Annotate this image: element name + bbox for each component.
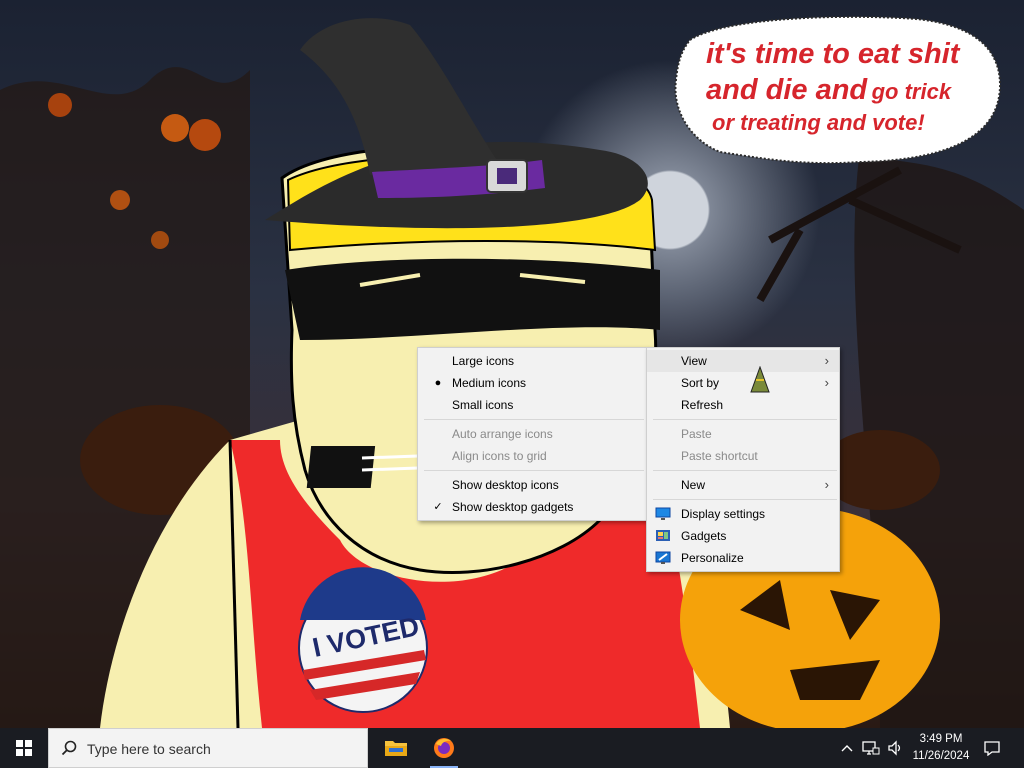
speech-line-2a: and die and [706, 74, 868, 106]
menu-separator [424, 419, 644, 420]
menu-item-label: Show desktop gadgets [452, 500, 574, 514]
gadgets-icon [656, 530, 670, 541]
menu-separator [424, 470, 644, 471]
firefox-icon [434, 738, 454, 758]
folder-icon [385, 741, 407, 756]
chevron-right-icon: › [824, 477, 829, 492]
start-button[interactable] [0, 728, 48, 768]
menu-item-label: Personalize [681, 551, 744, 565]
taskbar-app-file-explorer[interactable] [372, 728, 420, 768]
speech-line-3: or treating and vote! [712, 110, 925, 135]
menu-item-label: Small icons [452, 398, 514, 412]
notification-icon [984, 741, 1000, 756]
menu-item-label: Refresh [681, 398, 724, 412]
menu-item-label: Medium icons [452, 376, 527, 390]
menu-item-label: Large icons [452, 354, 515, 368]
menu-separator [653, 419, 837, 420]
taskbar-search-box[interactable] [48, 728, 368, 768]
menu-item-label: New [681, 478, 706, 492]
display-settings-icon [655, 507, 671, 520]
menu-item-large-icons[interactable]: Large icons [418, 350, 646, 372]
volume-tray-button[interactable] [884, 728, 906, 768]
checkmark-icon: ✓ [433, 501, 443, 513]
menu-separator [653, 499, 837, 500]
clock-time: 3:49 PM [919, 733, 963, 745]
speech-line-1: it's time to eat shit [706, 38, 960, 70]
network-tray-button[interactable] [860, 728, 882, 768]
cursor-icon [750, 366, 770, 393]
speech-bubble-text: it's time to eat shit and die and go tri… [706, 36, 986, 138]
personalize-icon [655, 551, 671, 564]
network-icon [862, 741, 880, 755]
volume-icon [888, 740, 901, 756]
menu-item-personalize[interactable]: Personalize [647, 547, 839, 569]
menu-item-label: Show desktop icons [452, 478, 559, 492]
menu-item-show-desktop-gadgets[interactable]: ✓ Show desktop gadgets [418, 496, 646, 518]
taskbar: 3:49 PM 11/26/2024 [0, 728, 1024, 768]
menu-item-label: View [681, 354, 707, 368]
menu-item-gadgets[interactable]: Gadgets [647, 525, 839, 547]
menu-item-auto-arrange-icons[interactable]: Auto arrange icons [418, 423, 646, 445]
taskbar-clock[interactable]: 3:49 PM 11/26/2024 [906, 731, 976, 765]
menu-item-show-desktop-icons[interactable]: Show desktop icons [418, 474, 646, 496]
menu-item-sort-by[interactable]: Sort by › [647, 372, 839, 394]
speech-line-2b: go trick [871, 79, 952, 104]
view-submenu: Large icons ● Medium icons Small icons A… [417, 347, 647, 521]
chevron-right-icon: › [824, 375, 829, 390]
menu-separator [653, 470, 837, 471]
menu-item-label: Align icons to grid [452, 449, 547, 463]
desktop-context-menu: View › Sort by › Refresh Paste Paste sho… [646, 347, 840, 572]
chevron-up-icon [841, 745, 853, 752]
menu-item-label: Display settings [681, 507, 766, 521]
menu-item-new[interactable]: New › [647, 474, 839, 496]
notifications-button[interactable] [980, 728, 1004, 768]
taskbar-app-firefox[interactable] [420, 728, 468, 768]
search-input[interactable] [87, 739, 357, 759]
menu-item-label: Paste [681, 427, 712, 441]
menu-item-small-icons[interactable]: Small icons [418, 394, 646, 416]
menu-item-label: Auto arrange icons [452, 427, 553, 441]
search-icon [61, 740, 77, 756]
show-hidden-icons-button[interactable] [838, 728, 856, 768]
menu-item-view[interactable]: View › [647, 350, 839, 372]
windows-logo-icon [16, 740, 32, 756]
menu-item-medium-icons[interactable]: ● Medium icons [418, 372, 646, 394]
clock-date: 11/26/2024 [912, 750, 970, 762]
menu-item-paste[interactable]: Paste [647, 423, 839, 445]
radio-bullet-icon: ● [434, 377, 442, 389]
menu-item-label: Gadgets [681, 529, 727, 543]
menu-item-label: Sort by [681, 376, 720, 390]
menu-item-align-icons-to-grid[interactable]: Align icons to grid [418, 445, 646, 467]
menu-item-display-settings[interactable]: Display settings [647, 503, 839, 525]
chevron-right-icon: › [824, 353, 829, 368]
menu-item-refresh[interactable]: Refresh [647, 394, 839, 416]
menu-item-paste-shortcut[interactable]: Paste shortcut [647, 445, 839, 467]
menu-item-label: Paste shortcut [681, 449, 758, 463]
